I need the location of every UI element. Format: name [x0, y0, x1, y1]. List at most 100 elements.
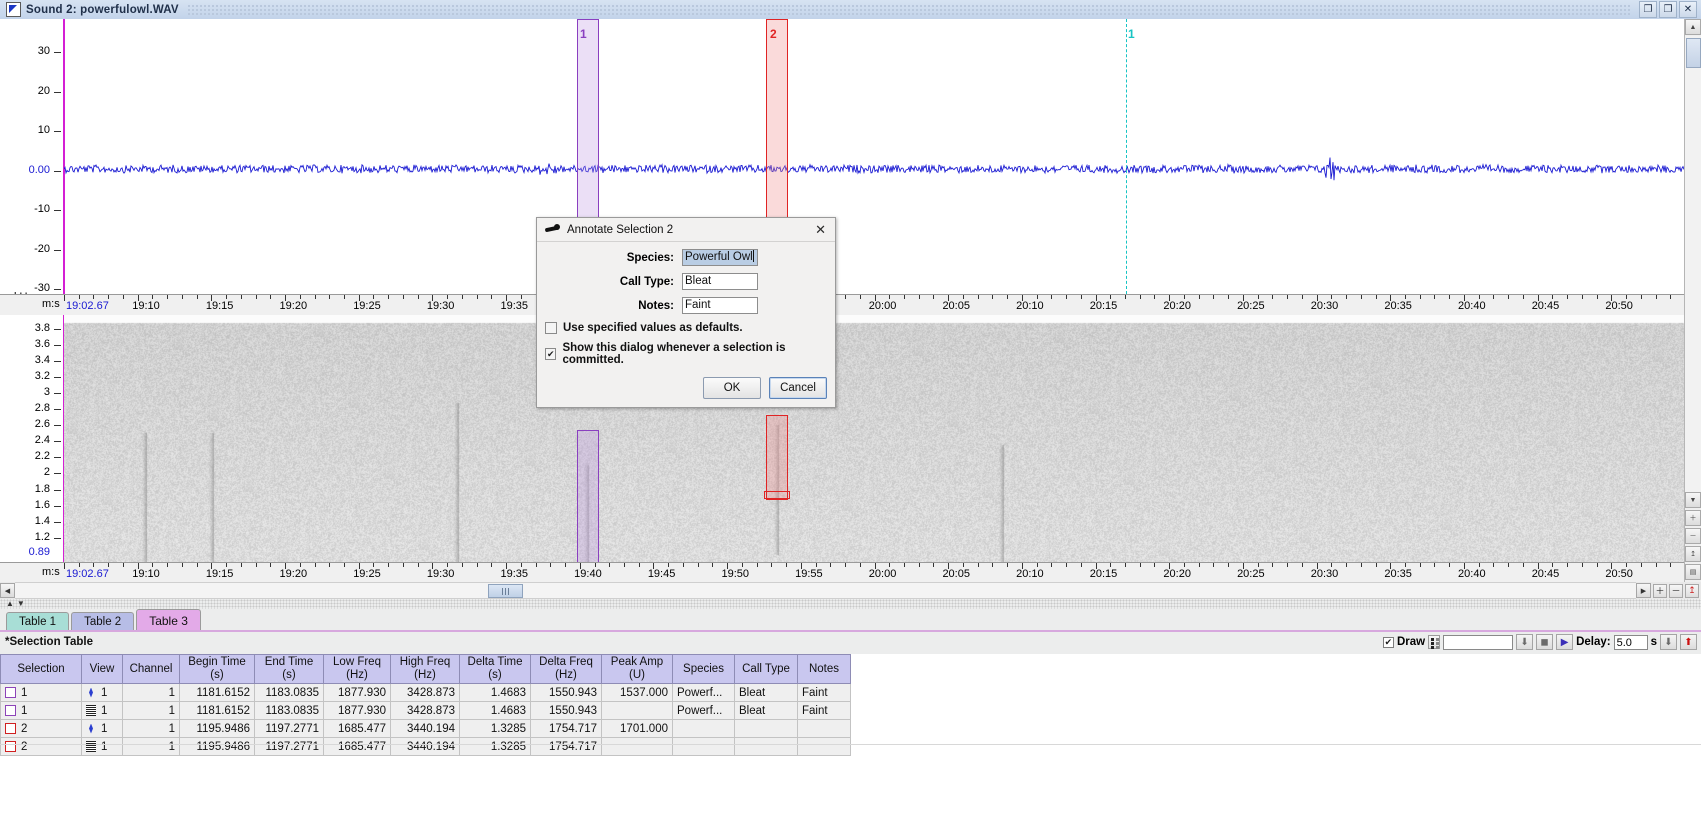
table-row[interactable]: 1 1 1 1181.6152 1183.0835 1877.930 3428.873 1.4… — [0, 701, 851, 720]
cell-view[interactable]: 1 — [81, 683, 123, 702]
annotate-selection-dialog[interactable]: Annotate Selection 2 ✕ Species: Powerful… — [536, 217, 836, 408]
cell-delta-freq[interactable]: 1550.943 — [530, 701, 602, 720]
use-defaults-checkbox[interactable] — [545, 322, 557, 334]
table-column-header[interactable]: End Time (s) — [254, 654, 324, 684]
table-column-header[interactable]: View — [81, 654, 123, 684]
scroll-left-arrow[interactable]: ◀ — [0, 583, 15, 598]
close-button[interactable]: ✕ — [1679, 1, 1697, 18]
delay-input[interactable]: 5.0 — [1613, 634, 1648, 650]
notes-input[interactable]: Faint — [682, 297, 758, 314]
selection-handle-bottom[interactable] — [764, 491, 790, 499]
horizontal-scroll-thumb[interactable] — [488, 584, 523, 598]
tab-table-1[interactable]: Table 1 — [6, 612, 70, 631]
cell-species[interactable]: Powerf... — [672, 683, 735, 702]
cell-peak-amp[interactable] — [601, 701, 673, 720]
table-row[interactable]: 2 1 1 1195.9486 1197.2771 1685.477 3440.194 1.3… — [0, 737, 851, 756]
cell-notes[interactable]: Faint — [797, 683, 851, 702]
row-checkbox[interactable] — [5, 704, 16, 716]
cell-notes[interactable] — [797, 737, 851, 756]
scroll-down-arrow[interactable]: ▼ — [1685, 492, 1701, 508]
table-column-header[interactable]: Peak Amp (U) — [601, 654, 673, 684]
cell-delta-time[interactable]: 1.4683 — [459, 683, 531, 702]
horizontal-scroll-track[interactable] — [15, 582, 1636, 599]
playback-field[interactable] — [1443, 634, 1514, 650]
use-defaults-row[interactable]: Use specified values as defaults. — [545, 322, 835, 334]
ok-button[interactable]: OK — [703, 377, 761, 399]
zoom-out-horiz-button[interactable]: － — [1669, 583, 1683, 598]
waveform-plot-area[interactable]: 1 2 1 — [63, 19, 1685, 294]
move-up-button[interactable]: ⬆ — [1680, 634, 1697, 650]
zoom-out-vert-button[interactable]: － — [1685, 528, 1701, 544]
selection-cursor-line[interactable] — [1126, 19, 1127, 294]
cell-high-freq[interactable]: 3440.194 — [390, 719, 460, 738]
table-column-header[interactable]: Species — [672, 654, 735, 684]
cell-high-freq[interactable]: 3428.873 — [390, 683, 460, 702]
table-column-header[interactable]: Selection — [0, 654, 82, 684]
cell-call-type[interactable]: Bleat — [734, 701, 798, 720]
cell-low-freq[interactable]: 1877.930 — [323, 683, 391, 702]
table-column-header[interactable]: Low Freq (Hz) — [323, 654, 391, 684]
cell-peak-amp[interactable]: 1701.000 — [601, 719, 673, 738]
cell-delta-time[interactable]: 1.3285 — [459, 737, 531, 756]
tab-table-3[interactable]: Table 3 — [136, 609, 201, 631]
selection-table[interactable]: Selection View Channel Begin Time (s) End Tim… — [0, 654, 1701, 823]
cell-call-type[interactable] — [734, 737, 798, 756]
scroll-up-arrow[interactable]: ▲ — [1685, 19, 1701, 35]
call-type-input[interactable]: Bleat — [682, 273, 758, 290]
table-column-header[interactable]: Begin Time (s) — [179, 654, 255, 684]
cell-end-time[interactable]: 1197.2771 — [254, 737, 324, 756]
play-selection-icon[interactable]: ⬇ — [1516, 634, 1534, 650]
cell-selection[interactable]: 2 — [0, 719, 82, 738]
cell-delta-freq[interactable]: 1754.717 — [530, 737, 602, 756]
fit-horiz-button[interactable]: ↥ — [1685, 583, 1699, 598]
cell-end-time[interactable]: 1183.0835 — [254, 683, 324, 702]
cell-view[interactable]: 1 — [81, 737, 123, 756]
show-dialog-row[interactable]: ✔ Show this dialog whenever a selection … — [545, 342, 835, 366]
maximize-button[interactable]: ❐ — [1659, 1, 1677, 18]
vertical-scroll-thumb[interactable] — [1686, 38, 1701, 68]
draw-checkbox[interactable]: ✔ — [1382, 636, 1394, 648]
zoom-in-horiz-button[interactable]: ＋ — [1653, 583, 1667, 598]
cell-view[interactable]: 1 — [81, 701, 123, 720]
vertical-scroll-track[interactable] — [1685, 36, 1701, 492]
cell-end-time[interactable]: 1183.0835 — [254, 701, 324, 720]
spectrogram-view[interactable]: 3.8 3.6 3.4 3.2 3 2.8 2.6 2.4 2.2 2 1.8 1.6 1.4 1.2 0.… — [0, 315, 1685, 591]
cell-call-type[interactable]: Bleat — [734, 683, 798, 702]
table-tabs[interactable]: Table 1 Table 2 Table 3 — [0, 609, 1701, 631]
divider-grip[interactable]: ▲ ▼ — [6, 599, 25, 608]
cell-peak-amp[interactable]: 1537.000 — [601, 683, 673, 702]
row-checkbox[interactable] — [5, 722, 16, 734]
table-column-header[interactable]: Call Type — [734, 654, 798, 684]
show-dialog-checkbox[interactable]: ✔ — [545, 348, 557, 360]
row-checkbox[interactable] — [5, 740, 16, 752]
row-checkbox[interactable] — [5, 686, 16, 698]
cell-low-freq[interactable]: 1877.930 — [323, 701, 391, 720]
panel-divider[interactable]: ▲ ▼ — [0, 599, 1701, 609]
tab-table-2[interactable]: Table 2 — [71, 612, 135, 631]
cell-species[interactable] — [672, 719, 735, 738]
table-column-header[interactable]: Delta Time (s) — [459, 654, 531, 684]
play-button[interactable]: ▶ — [1556, 634, 1574, 650]
cell-low-freq[interactable]: 1685.477 — [323, 737, 391, 756]
cell-begin-time[interactable]: 1195.9486 — [179, 737, 255, 756]
cell-channel[interactable]: 1 — [122, 701, 180, 720]
cell-species[interactable]: Powerf... — [672, 701, 735, 720]
move-down-button[interactable]: ⬇ — [1660, 634, 1677, 650]
horizontal-scroll-row[interactable]: ◀ ▶ ＋ － ↥ — [0, 582, 1701, 599]
cell-begin-time[interactable]: 1181.6152 — [179, 701, 255, 720]
draw-style-icon[interactable] — [1428, 635, 1441, 649]
selection-box-2[interactable] — [766, 415, 788, 500]
cell-low-freq[interactable]: 1685.477 — [323, 719, 391, 738]
cell-end-time[interactable]: 1197.2771 — [254, 719, 324, 738]
cell-high-freq[interactable]: 3428.873 — [390, 701, 460, 720]
table-column-header[interactable]: Notes — [797, 654, 851, 684]
cell-delta-freq[interactable]: 1550.943 — [530, 683, 602, 702]
cell-begin-time[interactable]: 1195.9486 — [179, 719, 255, 738]
cell-selection[interactable]: 1 — [0, 683, 82, 702]
cancel-button[interactable]: Cancel — [769, 377, 827, 399]
table-column-header[interactable]: Delta Freq (Hz) — [530, 654, 602, 684]
cell-begin-time[interactable]: 1181.6152 — [179, 683, 255, 702]
fit-vert-button[interactable]: ↥ — [1685, 546, 1701, 562]
cell-notes[interactable]: Faint — [797, 701, 851, 720]
cell-delta-time[interactable]: 1.4683 — [459, 701, 531, 720]
